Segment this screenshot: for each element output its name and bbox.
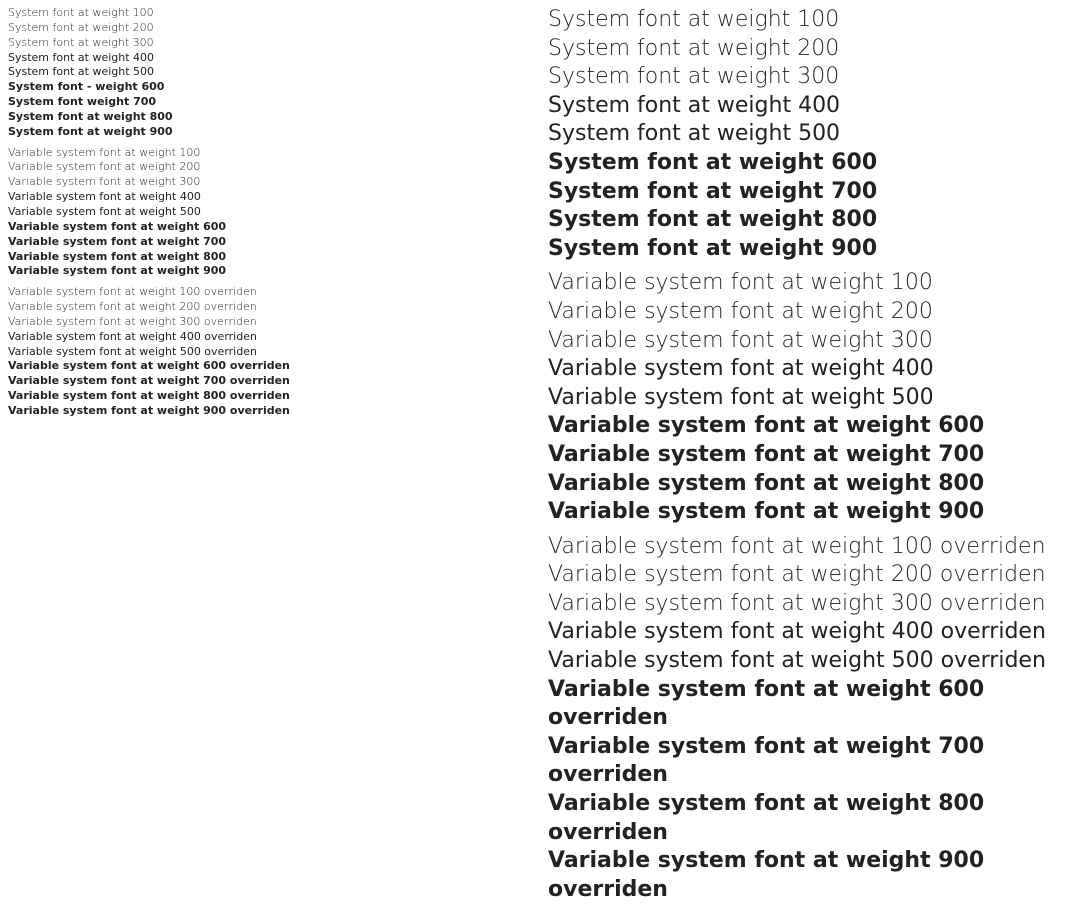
font-sample-left-w700: Variable system font at weight 700 overr…	[8, 374, 518, 389]
font-sample-left-w900: Variable system font at weight 900 overr…	[8, 404, 518, 419]
font-sample-left-w500: System font at weight 500	[8, 65, 518, 80]
font-sample-left-w300: System font at weight 300	[8, 36, 518, 51]
font-sample-left-w800: Variable system font at weight 800 overr…	[8, 389, 518, 404]
font-sample-left-w900: System font at weight 900	[8, 125, 518, 140]
font-sample-right-w600: Variable system font at weight 600	[548, 412, 1058, 441]
font-sample-right-w500: Variable system font at weight 500 overr…	[548, 647, 1058, 676]
right-column: System font at weight 100System font at …	[538, 6, 1058, 904]
font-sample-left-w400: Variable system font at weight 400	[8, 190, 518, 205]
font-sample-left-w100: Variable system font at weight 100 overr…	[8, 285, 518, 300]
font-sample-left-w300: Variable system font at weight 300	[8, 175, 518, 190]
font-sample-left-w400: Variable system font at weight 400 overr…	[8, 330, 518, 345]
font-sample-right-w200: Variable system font at weight 200 overr…	[548, 561, 1058, 590]
font-sample-left-w200: System font at weight 200	[8, 21, 518, 36]
font-sample-right-w300: System font at weight 300	[548, 63, 1058, 92]
font-sample-left-w700: Variable system font at weight 700	[8, 235, 518, 250]
font-sample-left-w300: Variable system font at weight 300 overr…	[8, 315, 518, 330]
font-sample-right-w900: Variable system font at weight 900 overr…	[548, 847, 1058, 904]
font-sample-left-w900: Variable system font at weight 900	[8, 264, 518, 279]
font-sample-right-w700: System font at weight 700	[548, 178, 1058, 207]
font-sample-right-w800: Variable system font at weight 800 overr…	[548, 790, 1058, 847]
font-sample-left-w400: System font at weight 400	[8, 51, 518, 66]
font-sample-left-w500: Variable system font at weight 500 overr…	[8, 345, 518, 360]
font-sample-right-w200: System font at weight 200	[548, 35, 1058, 64]
font-sample-left-w800: Variable system font at weight 800	[8, 250, 518, 265]
font-sample-right-w100: Variable system font at weight 100 overr…	[548, 533, 1058, 562]
font-sample-left-w600: Variable system font at weight 600 overr…	[8, 359, 518, 374]
font-sample-left-w600: Variable system font at weight 600	[8, 220, 518, 235]
font-sample-left-w100: Variable system font at weight 100	[8, 146, 518, 161]
font-sample-left-w800: System font at weight 800	[8, 110, 518, 125]
font-sample-right-w100: System font at weight 100	[548, 6, 1058, 35]
font-sample-right-w600: System font at weight 600	[548, 149, 1058, 178]
font-sample-right-w500: Variable system font at weight 500	[548, 384, 1058, 413]
font-sample-right-w300: Variable system font at weight 300 overr…	[548, 590, 1058, 619]
font-sample-right-w800: System font at weight 800	[548, 206, 1058, 235]
font-sample-left-w100: System font at weight 100	[8, 6, 518, 21]
font-sample-left-w700: System font weight 700	[8, 95, 518, 110]
font-sample-right-w200: Variable system font at weight 200	[548, 298, 1058, 327]
font-sample-right-w300: Variable system font at weight 300	[548, 327, 1058, 356]
font-sample-right-w900: Variable system font at weight 900	[548, 498, 1058, 527]
font-sample-right-w900: System font at weight 900	[548, 235, 1058, 264]
font-sample-right-w100: Variable system font at weight 100	[548, 269, 1058, 298]
left-column: System font at weight 100System font at …	[8, 6, 538, 904]
font-sample-left-w200: Variable system font at weight 200	[8, 160, 518, 175]
font-sample-right-w700: Variable system font at weight 700	[548, 441, 1058, 470]
font-sample-right-w500: System font at weight 500	[548, 120, 1058, 149]
font-sample-left-w600: System font - weight 600	[8, 80, 518, 95]
font-sample-right-w600: Variable system font at weight 600 overr…	[548, 676, 1058, 733]
font-sample-right-w400: Variable system font at weight 400	[548, 355, 1058, 384]
font-sample-right-w400: Variable system font at weight 400 overr…	[548, 618, 1058, 647]
font-sample-right-w700: Variable system font at weight 700 overr…	[548, 733, 1058, 790]
font-sample-left-w500: Variable system font at weight 500	[8, 205, 518, 220]
font-sample-right-w800: Variable system font at weight 800	[548, 470, 1058, 499]
font-sample-right-w400: System font at weight 400	[548, 92, 1058, 121]
font-sample-left-w200: Variable system font at weight 200 overr…	[8, 300, 518, 315]
